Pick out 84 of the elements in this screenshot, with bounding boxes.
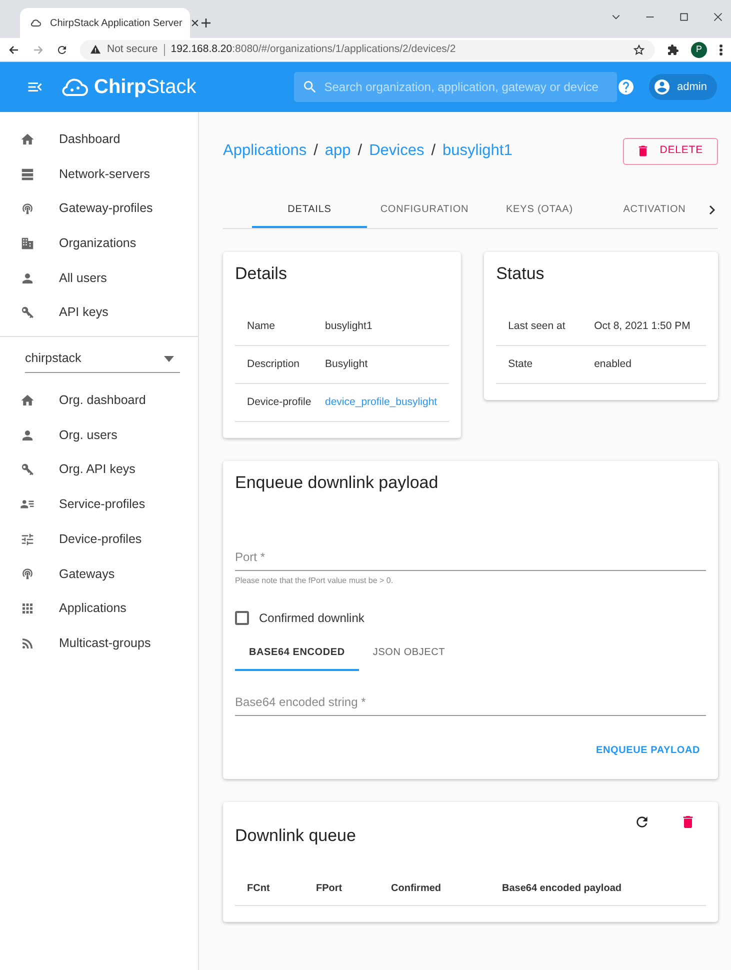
back-icon[interactable] [8, 44, 20, 56]
profile-avatar[interactable]: P [691, 42, 707, 58]
tab[interactable]: JSON OBJECT [358, 636, 460, 671]
sidebar-item[interactable]: Network-servers [0, 156, 198, 192]
field-label: Description [247, 357, 301, 372]
cloud-icon [30, 17, 42, 29]
sidebar-item[interactable]: Device-profiles [0, 522, 198, 557]
sidebar-item[interactable]: Org. API keys [0, 452, 198, 488]
close-icon[interactable] [190, 18, 200, 28]
sidebar-item[interactable]: Service-profiles [0, 487, 198, 522]
tab[interactable]: KEYS (OTAA) [482, 192, 597, 228]
search-icon [302, 79, 318, 95]
home-icon [20, 132, 35, 147]
chevron-down-icon[interactable] [611, 12, 621, 22]
antenna-icon [20, 201, 35, 216]
new-tab-icon[interactable] [200, 17, 212, 29]
sidebar-item[interactable]: Gateway-profiles [0, 191, 198, 226]
card-title: Status [496, 264, 546, 284]
tab[interactable]: DETAILS [252, 192, 367, 228]
address-bar[interactable]: Not secure 192.168.8.20:8080/#/organizations/1/applications/2/devices/2 [80, 40, 655, 60]
field-label: Name [247, 319, 276, 334]
refresh-icon[interactable] [634, 814, 650, 830]
sidebar-item[interactable]: Dashboard [0, 122, 198, 157]
field-value: busylight1 [325, 319, 372, 334]
sidebar-item[interactable]: Applications [0, 591, 198, 626]
sidebar-item[interactable]: Org. users [0, 418, 198, 452]
building-icon [20, 236, 35, 251]
sidebar-item[interactable]: All users [0, 260, 198, 296]
field-value: enabled [594, 357, 632, 372]
account-icon [653, 78, 672, 96]
maximize-icon[interactable] [679, 12, 689, 22]
key-icon [20, 305, 35, 320]
rss-icon [20, 636, 35, 651]
grid-icon [20, 601, 35, 616]
sidebar-item[interactable]: Multicast-groups [0, 626, 198, 661]
port-field[interactable]: Port * [235, 544, 706, 571]
card-title: Downlink queue [235, 826, 356, 846]
checkbox-label: Confirmed downlink [259, 610, 364, 627]
more-icon[interactable] [719, 44, 723, 56]
column-header: FPort [316, 882, 344, 896]
column-header: Base64 encoded payload [502, 882, 622, 896]
card-title: Details [235, 264, 288, 284]
helper-text: Please note that the fPort value must be > 0. [235, 574, 394, 587]
tab[interactable]: BASE64 ENCODED [235, 636, 359, 671]
checkbox[interactable] [235, 610, 249, 625]
sidebar-item[interactable]: Gateways [0, 556, 198, 592]
breadcrumb-separator: / [314, 141, 318, 162]
close-icon[interactable] [713, 12, 723, 22]
field-label: State [508, 357, 534, 372]
security-label: Not secure [107, 42, 158, 57]
column-header: Confirmed [391, 882, 442, 896]
tab[interactable]: ACTIVATION [597, 192, 712, 228]
breadcrumb-separator: / [358, 141, 362, 162]
field-value: Oct 8, 2021 1:50 PM [594, 319, 690, 334]
field-label: Last seen at [508, 319, 566, 334]
tab[interactable]: CONFIGURATION [367, 192, 482, 228]
key-icon [20, 462, 35, 478]
search-field[interactable]: Search organization, application, gateway or device [294, 72, 618, 102]
column-header: FCnt [247, 882, 271, 896]
warning-icon [90, 44, 101, 55]
server-icon [20, 166, 35, 182]
brand-name: ChirpStack [94, 75, 196, 100]
puzzle-icon[interactable] [667, 44, 679, 56]
sidebar-item[interactable]: Organizations [0, 226, 198, 261]
card-title: Enqueue downlink payload [235, 473, 440, 494]
organization-select[interactable]: chirpstack [25, 345, 180, 374]
field-label: Device-profile [247, 395, 312, 410]
star-icon[interactable] [633, 44, 645, 56]
base64-field[interactable]: Base64 encoded string * [235, 688, 706, 716]
delete-button[interactable]: DELETE [622, 138, 718, 164]
field-value: Busylight [325, 357, 368, 372]
sidebar-item[interactable]: API keys [0, 295, 198, 330]
dropdown-caret-icon [164, 356, 174, 362]
url-text: 192.168.8.20:8080/#/organizations/1/applications/2/devices/2 [170, 42, 456, 57]
person-icon [20, 270, 35, 286]
reload-icon[interactable] [56, 44, 68, 56]
sliders-icon [20, 532, 35, 547]
home-icon [20, 392, 35, 408]
help-icon[interactable] [617, 78, 636, 96]
breadcrumb-separator: / [431, 141, 436, 162]
sidebar-item[interactable]: Org. dashboard [0, 383, 198, 418]
person-icon [20, 428, 35, 443]
user-menu-button[interactable]: admin [649, 74, 717, 100]
antenna-icon [20, 566, 35, 582]
